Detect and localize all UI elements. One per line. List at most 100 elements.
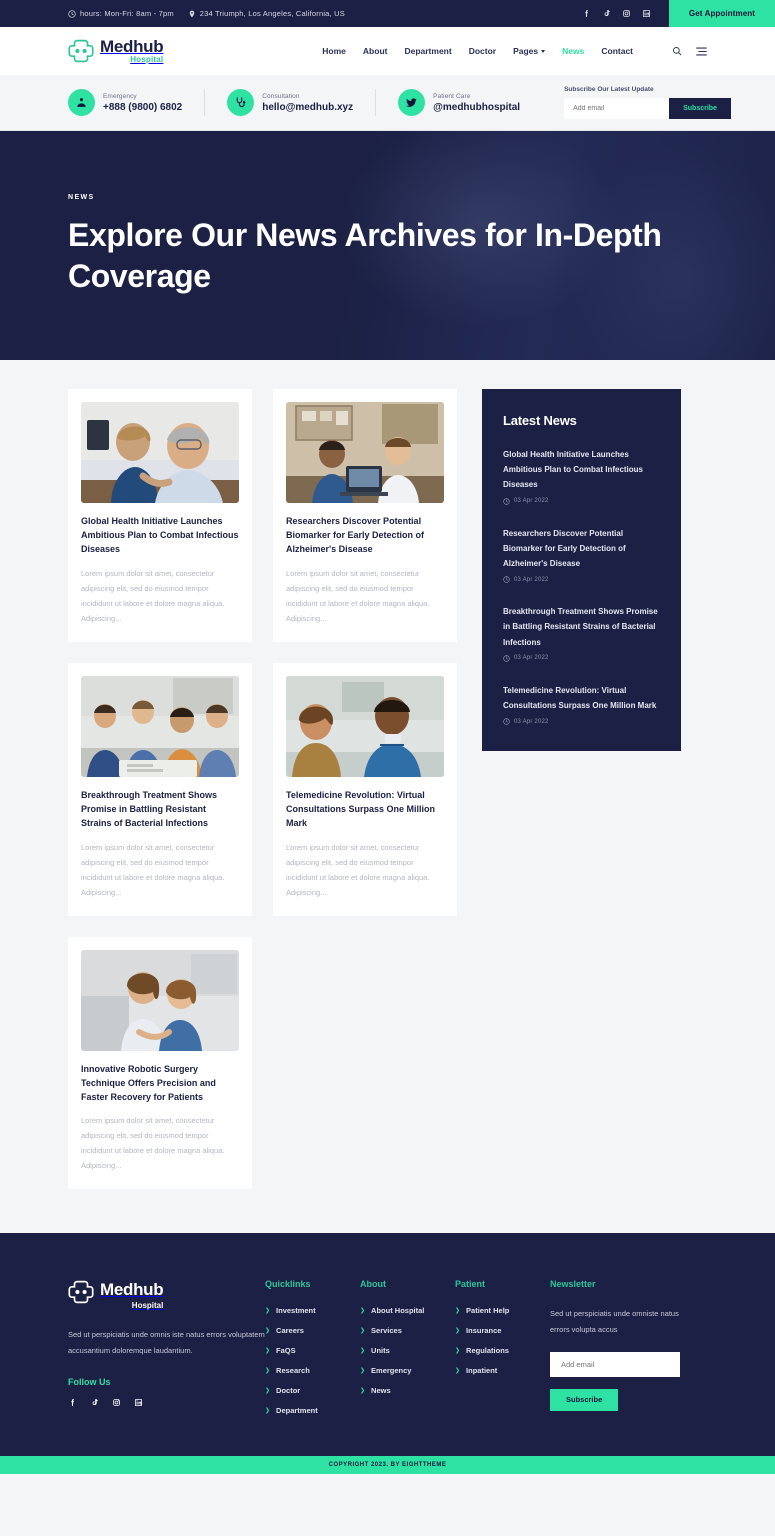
nav-item-home[interactable]: Home (322, 46, 346, 56)
twitter-bird-icon (398, 89, 426, 116)
footer-link-item[interactable]: ❯ About Hospital (360, 1306, 455, 1315)
nav-item-doctor[interactable]: Doctor (469, 46, 496, 56)
footer-link[interactable]: Regulations (466, 1346, 509, 1355)
topbar-social-links (582, 9, 651, 18)
clock-icon (503, 497, 510, 505)
newsletter-email-input[interactable] (550, 1351, 680, 1377)
footer-link[interactable]: Doctor (276, 1386, 300, 1395)
footer-link-item[interactable]: ❯ Careers (265, 1326, 360, 1335)
footer-link-item[interactable]: ❯ Investment (265, 1306, 360, 1315)
opening-hours: hours: Mon-Fri: 8am - 7pm (68, 9, 174, 18)
footer-link[interactable]: Units (371, 1346, 390, 1355)
logo-wordmark: Medhub Hospital (100, 38, 164, 64)
site-header: Medhub Hospital Home About Department Do… (0, 27, 775, 75)
chevron-right-icon: ❯ (265, 1327, 271, 1334)
nav-item-news[interactable]: News (562, 46, 584, 56)
footer-link-item[interactable]: ❯ Emergency (360, 1366, 455, 1375)
nav-item-about[interactable]: About (363, 46, 388, 56)
subscribe-button[interactable]: Subscribe (669, 98, 731, 119)
footer-column-about: About ❯ About Hospital ❯ Services ❯ Units ❯… (360, 1279, 455, 1426)
news-card-title: Innovative Robotic Surgery Technique Off… (81, 1063, 216, 1102)
footer-link-item[interactable]: ❯ Department (265, 1406, 360, 1415)
clock-icon (503, 654, 510, 662)
latest-news-item[interactable]: Breakthrough Treatment Shows Promise in … (503, 604, 660, 662)
footer-link[interactable]: Research (276, 1366, 310, 1375)
follow-us-heading: Follow Us (68, 1376, 111, 1387)
footer-link-item[interactable]: ❯ FaQS (265, 1346, 360, 1355)
info-label: Consultation (262, 92, 300, 100)
footer-link[interactable]: News (371, 1386, 391, 1395)
footer-link[interactable]: Emergency (371, 1366, 411, 1375)
contact-info-bar: Emergency +888 (9800) 6802 Consultation … (0, 75, 775, 131)
footer-link[interactable]: Careers (276, 1326, 304, 1335)
news-card[interactable]: Global Health Initiative Launches Ambiti… (68, 389, 252, 642)
nav-item-pages[interactable]: Pages (513, 46, 546, 56)
info-item-patient-care: Patient Care @medhubhospital (398, 89, 542, 116)
footer-logo-name: Medhub (100, 1279, 164, 1299)
news-card-image (81, 675, 239, 777)
search-icon[interactable] (672, 46, 682, 56)
get-appointment-button[interactable]: Get Appointment (668, 0, 775, 27)
copyright-text: COPYRIGHT 2023. BY EIGHTTHEME (328, 1462, 447, 1469)
newsletter-subscribe-button[interactable]: Subscribe (550, 1388, 619, 1411)
info-value: +888 (9800) 6802 (103, 101, 183, 113)
footer-link-item[interactable]: ❯ Regulations (455, 1346, 550, 1355)
chevron-right-icon: ❯ (360, 1387, 366, 1394)
linkedin-icon[interactable] (134, 1398, 143, 1407)
news-card[interactable]: Telemedicine Revolution: Virtual Consult… (273, 662, 457, 916)
footer-column-newsletter: Newsletter Sed ut perspiciatis unde omni… (550, 1279, 685, 1426)
latest-news-item-title[interactable]: Global Health Initiative Launches Ambiti… (503, 447, 660, 493)
instagram-icon[interactable] (622, 9, 631, 18)
info-item-consultation-text: Consultation hello@medhub.xyz (262, 93, 353, 113)
chevron-right-icon: ❯ (360, 1307, 366, 1314)
info-value: @medhubhospital (433, 101, 521, 113)
footer-link-item[interactable]: ❯ Services (360, 1326, 455, 1335)
footer-link[interactable]: Insurance (466, 1326, 501, 1335)
footer-link[interactable]: Patient Help (466, 1306, 509, 1315)
top-utility-bar: hours: Mon-Fri: 8am - 7pm 234 Triumph, L… (0, 0, 775, 27)
footer-link-item[interactable]: ❯ Doctor (265, 1386, 360, 1395)
footer-link[interactable]: Department (276, 1406, 318, 1415)
tiktok-icon[interactable] (90, 1398, 99, 1407)
footer-logo[interactable]: Medhub Hospital (68, 1279, 265, 1310)
facebook-icon[interactable] (582, 9, 591, 18)
instagram-icon[interactable] (112, 1398, 121, 1407)
chevron-right-icon: ❯ (265, 1387, 271, 1394)
latest-news-item[interactable]: Researchers Discover Potential Biomarker… (503, 526, 660, 584)
footer-link[interactable]: Services (371, 1326, 402, 1335)
footer-link[interactable]: Inpatient (466, 1366, 497, 1375)
footer-link-item[interactable]: ❯ Patient Help (455, 1306, 550, 1315)
latest-news-item[interactable]: Global Health Initiative Launches Ambiti… (503, 447, 660, 505)
news-card-grid: Global Health Initiative Launches Ambiti… (68, 389, 457, 1190)
footer-link-item[interactable]: ❯ News (360, 1386, 455, 1395)
footer-link-item[interactable]: ❯ Inpatient (455, 1366, 550, 1375)
footer-link-item[interactable]: ❯ Insurance (455, 1326, 550, 1335)
news-card[interactable]: Breakthrough Treatment Shows Promise in … (68, 662, 252, 916)
news-card[interactable]: Researchers Discover Potential Biomarker… (273, 389, 457, 642)
info-item-emergency-text: Emergency +888 (9800) 6802 (103, 93, 182, 113)
site-logo[interactable]: Medhub Hospital (68, 38, 164, 64)
latest-news-item-title[interactable]: Telemedicine Revolution: Virtual Consult… (503, 683, 660, 713)
tiktok-icon[interactable] (602, 9, 611, 18)
info-value: hello@medhub.xyz (262, 101, 354, 113)
footer-link-item[interactable]: ❯ Research (265, 1366, 360, 1375)
footer-link[interactable]: Investment (276, 1306, 316, 1315)
nav-item-contact[interactable]: Contact (601, 46, 633, 56)
linkedin-icon[interactable] (642, 9, 651, 18)
hamburger-menu-icon[interactable] (696, 47, 707, 56)
facebook-icon[interactable] (68, 1398, 77, 1407)
subscribe-email-input[interactable] (564, 98, 670, 119)
footer-link[interactable]: About Hospital (371, 1306, 424, 1315)
footer-link-item[interactable]: ❯ Units (360, 1346, 455, 1355)
header-tools (672, 46, 707, 56)
nav-item-department[interactable]: Department (404, 46, 451, 56)
logo-tagline: Hospital (130, 55, 164, 64)
news-card[interactable]: Innovative Robotic Surgery Technique Off… (68, 936, 252, 1190)
latest-news-item-title[interactable]: Breakthrough Treatment Shows Promise in … (503, 604, 660, 650)
latest-news-item-title[interactable]: Researchers Discover Potential Biomarker… (503, 526, 660, 572)
info-label: Patient Care (433, 92, 471, 100)
latest-news-item-date: 03 Apr 2022 (503, 718, 660, 725)
info-label: Emergency (103, 92, 137, 100)
latest-news-item[interactable]: Telemedicine Revolution: Virtual Consult… (503, 683, 660, 725)
footer-link[interactable]: FaQS (276, 1346, 296, 1355)
